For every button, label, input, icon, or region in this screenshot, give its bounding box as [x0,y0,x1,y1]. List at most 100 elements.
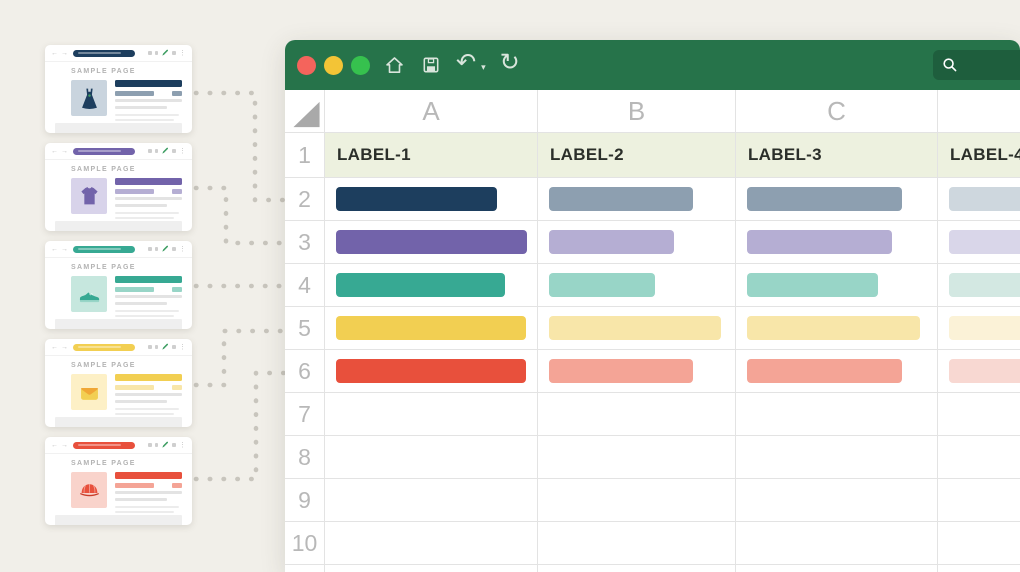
home-icon[interactable] [383,54,406,77]
cell-empty[interactable] [736,522,938,565]
cell-empty[interactable] [736,565,938,572]
save-icon[interactable] [420,54,442,76]
column-header-A[interactable]: A [325,90,538,133]
cell-data[interactable] [736,178,938,221]
cell-data[interactable] [325,307,538,350]
cell-empty[interactable] [538,436,736,479]
forward-icon[interactable]: → [61,442,68,449]
cell-empty[interactable] [325,522,538,565]
overflow-menu-icon[interactable]: ⋮ [179,442,186,449]
forward-icon[interactable]: → [61,246,68,253]
cell-empty[interactable] [938,436,1020,479]
cell-data[interactable] [325,350,538,393]
url-bar[interactable] [73,148,135,155]
extensions-icon[interactable] [172,149,176,153]
row-header-overflow[interactable] [285,565,325,572]
extensions-icon[interactable] [172,247,176,251]
cell-data[interactable] [938,350,1020,393]
minimize-button[interactable] [324,56,343,75]
cell-data[interactable] [325,264,538,307]
edit-icon[interactable] [161,441,169,449]
url-bar[interactable] [73,50,135,57]
overflow-menu-icon[interactable]: ⋮ [179,50,186,57]
url-bar[interactable] [73,344,135,351]
cell-empty[interactable] [325,393,538,436]
row-header-5[interactable]: 5 [285,307,325,350]
back-icon[interactable]: ← [51,148,58,155]
extensions-icon[interactable] [172,51,176,55]
bookmark-icon[interactable] [155,247,159,251]
undo-icon[interactable]: ↶ [456,51,476,75]
zoom-button[interactable] [351,56,370,75]
forward-icon[interactable]: → [61,148,68,155]
undo-caret-icon[interactable]: ▾ [481,62,486,73]
share-icon[interactable] [148,247,152,251]
edit-icon[interactable] [161,147,169,155]
bookmark-icon[interactable] [155,345,159,349]
cell-data[interactable] [325,178,538,221]
row-header-10[interactable]: 10 [285,522,325,565]
forward-icon[interactable]: → [61,50,68,57]
row-header-3[interactable]: 3 [285,221,325,264]
cell-empty[interactable] [538,393,736,436]
cell-data[interactable] [538,221,736,264]
row-header-9[interactable]: 9 [285,479,325,522]
cell-data[interactable] [325,221,538,264]
cell-data[interactable] [538,350,736,393]
cell-label[interactable]: LABEL-4 [938,133,1020,178]
back-icon[interactable]: ← [51,246,58,253]
row-header-6[interactable]: 6 [285,350,325,393]
back-icon[interactable]: ← [51,442,58,449]
cell-data[interactable] [538,307,736,350]
edit-icon[interactable] [161,49,169,57]
cell-data[interactable] [938,307,1020,350]
cell-data[interactable] [736,350,938,393]
cell-data[interactable] [736,264,938,307]
overflow-menu-icon[interactable]: ⋮ [179,344,186,351]
share-icon[interactable] [148,149,152,153]
cell-empty[interactable] [325,565,538,572]
share-icon[interactable] [148,51,152,55]
column-header-B[interactable]: B [538,90,736,133]
cell-empty[interactable] [938,522,1020,565]
overflow-menu-icon[interactable]: ⋮ [179,246,186,253]
redo-icon[interactable]: ↻ [500,51,520,75]
cell-data[interactable] [736,221,938,264]
forward-icon[interactable]: → [61,344,68,351]
bookmark-icon[interactable] [155,51,159,55]
overflow-menu-icon[interactable]: ⋮ [179,148,186,155]
cell-data[interactable] [538,178,736,221]
row-header-7[interactable]: 7 [285,393,325,436]
back-icon[interactable]: ← [51,344,58,351]
cell-empty[interactable] [538,565,736,572]
extensions-icon[interactable] [172,345,176,349]
cell-empty[interactable] [325,436,538,479]
cell-data[interactable] [538,264,736,307]
column-header-C[interactable]: C [736,90,938,133]
column-header-D[interactable]: D [938,90,1020,133]
row-header-4[interactable]: 4 [285,264,325,307]
cell-empty[interactable] [736,479,938,522]
row-header-8[interactable]: 8 [285,436,325,479]
row-header-1[interactable]: 1 [285,133,325,178]
cell-data[interactable] [736,307,938,350]
extensions-icon[interactable] [172,443,176,447]
edit-icon[interactable] [161,245,169,253]
cell-data[interactable] [938,178,1020,221]
share-icon[interactable] [148,345,152,349]
select-all-corner[interactable] [285,90,325,133]
cell-empty[interactable] [736,393,938,436]
back-icon[interactable]: ← [51,50,58,57]
cell-empty[interactable] [325,479,538,522]
cell-data[interactable] [938,264,1020,307]
cell-empty[interactable] [736,436,938,479]
row-header-2[interactable]: 2 [285,178,325,221]
search-input[interactable] [933,50,1020,80]
bookmark-icon[interactable] [155,149,159,153]
bookmark-icon[interactable] [155,443,159,447]
cell-label[interactable]: LABEL-1 [325,133,538,178]
cell-data[interactable] [938,221,1020,264]
cell-empty[interactable] [538,479,736,522]
cell-label[interactable]: LABEL-3 [736,133,938,178]
edit-icon[interactable] [161,343,169,351]
